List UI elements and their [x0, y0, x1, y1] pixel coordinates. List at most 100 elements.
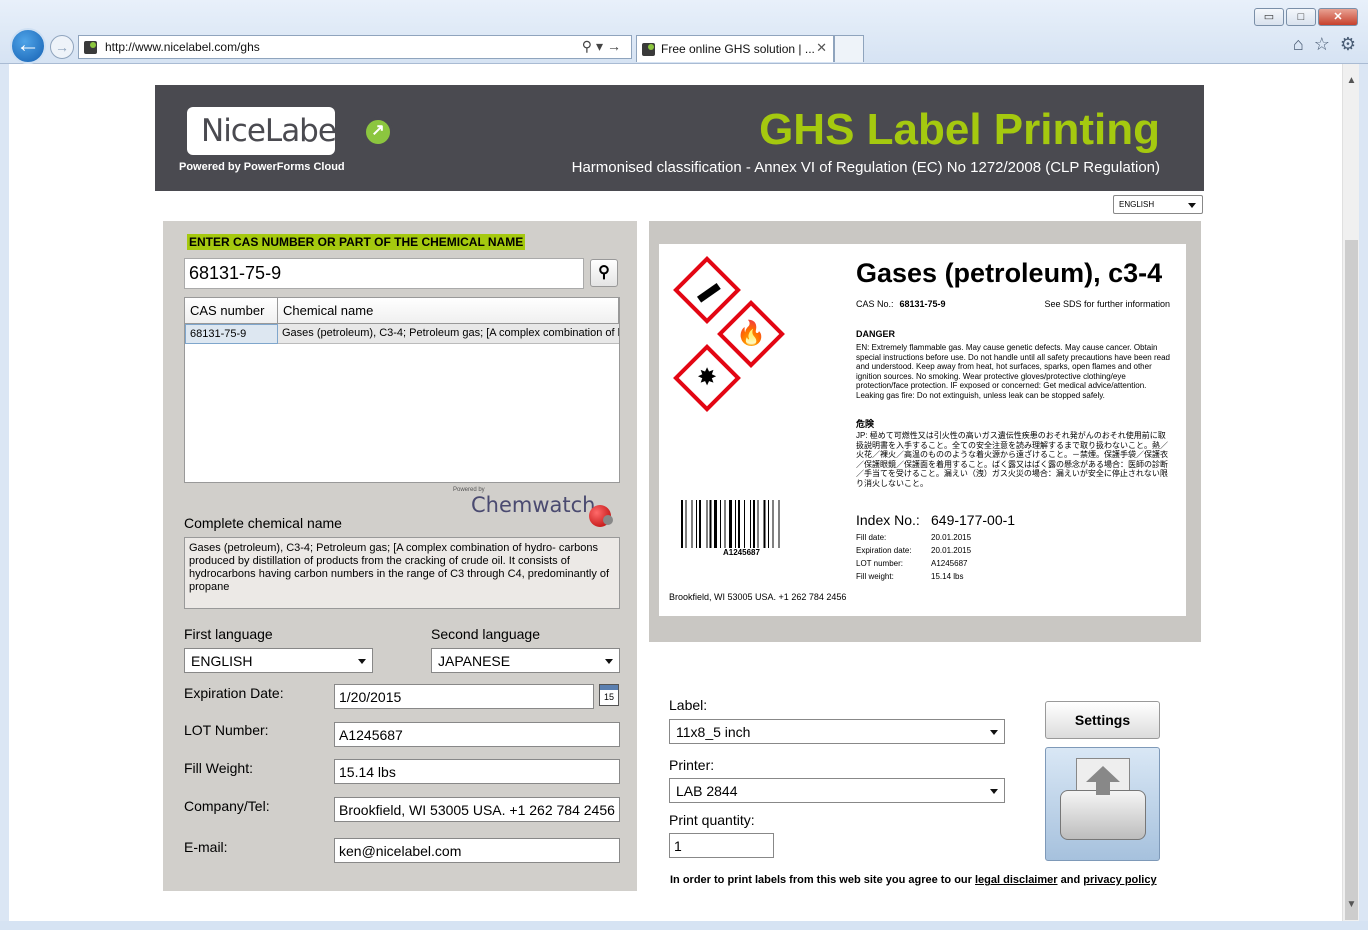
minimize-button[interactable]: ▭	[1254, 8, 1284, 26]
cas-search-label: ENTER CAS NUMBER OR PART OF THE CHEMICAL…	[187, 234, 526, 250]
search-icon: ⚲	[598, 264, 610, 281]
label-preview: ▬ 🔥 ✸ Gases (petroleum), c3-4 CAS No.: 68…	[659, 244, 1186, 616]
label-size-select[interactable]: 11x8_5 inch	[669, 719, 1005, 744]
label-cas: CAS No.: 68131-75-9	[856, 299, 946, 309]
barcode-bar	[714, 500, 717, 548]
expiration-label: Expiration Date:	[184, 685, 284, 701]
url-text[interactable]: http://www.nicelabel.com/ghs	[105, 40, 260, 54]
barcode-bar	[681, 500, 683, 548]
barcode-bar	[753, 500, 755, 548]
site-language-value: ENGLISH	[1119, 200, 1155, 209]
label-size-label: Label:	[669, 697, 708, 713]
complete-name-text: Gases (petroleum), C3-4; Petroleum gas; …	[184, 537, 620, 609]
window-controls: ▭ □ ✕	[1254, 8, 1358, 26]
barcode-bar	[696, 500, 697, 548]
address-bar[interactable]: http://www.nicelabel.com/ghs ⚲▾→	[78, 35, 632, 59]
search-panel: ENTER CAS NUMBER OR PART OF THE CHEMICAL…	[163, 221, 637, 891]
label-fill-weight-value: 15.14 lbs	[931, 572, 964, 581]
email-input[interactable]: ken@nicelabel.com	[334, 838, 620, 863]
label-lot-key: LOT number:	[856, 559, 903, 568]
calendar-icon[interactable]: 15	[599, 684, 619, 706]
settings-button[interactable]: Settings	[1045, 701, 1160, 739]
scroll-thumb[interactable]	[1345, 240, 1358, 920]
maximize-button[interactable]: □	[1286, 8, 1316, 26]
disclaimer-and: and	[1060, 874, 1081, 886]
barcode-bar	[772, 500, 774, 548]
logo-text: NiceLabel	[201, 113, 345, 149]
tab-title: Free online GHS solution | ...	[661, 42, 815, 56]
label-fill-date-key: Fill date:	[856, 533, 887, 542]
status-strip	[0, 921, 1368, 930]
table-row[interactable]: 68131-75-9 Gases (petroleum), C3-4; Petr…	[185, 324, 619, 344]
health-hazard-symbol-icon: ✸	[696, 364, 718, 391]
first-language-value: ENGLISH	[191, 653, 253, 669]
scroll-up-icon[interactable]: ▲	[1343, 72, 1360, 89]
lot-number-input[interactable]: A1245687	[334, 722, 620, 747]
label-text-en: EN: Extremely flammable gas. May cause g…	[856, 343, 1170, 400]
back-button[interactable]: ←	[10, 28, 46, 64]
search-button[interactable]: ⚲	[590, 259, 618, 287]
barcode-bar	[750, 500, 751, 548]
favorites-star-icon[interactable]: ☆	[1314, 34, 1330, 55]
disclaimer-text: In order to print labels from this web s…	[670, 874, 972, 886]
scroll-down-icon[interactable]: ▼	[1343, 896, 1360, 913]
upload-arrow-icon	[1086, 766, 1120, 782]
column-header-chemical-name[interactable]: Chemical name	[278, 298, 619, 324]
barcode-bar	[768, 500, 769, 548]
settings-gear-icon[interactable]: ⚙	[1340, 34, 1356, 55]
company-input[interactable]: Brookfield, WI 53005 USA. +1 262 784 245…	[334, 797, 620, 822]
chevron-down-icon	[990, 788, 998, 794]
barcode-bar	[691, 500, 693, 548]
chemwatch-logo[interactable]: Powered by Chemwatch	[453, 487, 623, 529]
barcode-bar	[706, 500, 708, 548]
chevron-down-icon	[358, 658, 366, 664]
page-title: GHS Label Printing	[759, 105, 1160, 154]
search-refresh-icons[interactable]: ⚲▾→	[582, 38, 625, 55]
legal-disclaimer-link[interactable]: legal disclaimer	[975, 874, 1058, 886]
close-window-button[interactable]: ✕	[1318, 8, 1358, 26]
label-size-value: 11x8_5 inch	[676, 724, 751, 740]
barcode-bar	[724, 500, 726, 548]
site-language-select[interactable]: ENGLISH	[1113, 195, 1203, 214]
print-quantity-input[interactable]: 1	[669, 833, 774, 858]
nicelabel-logo[interactable]: NiceLabel ↗	[187, 107, 393, 155]
powered-by-text: Powered by PowerForms Cloud	[179, 161, 345, 173]
forward-button[interactable]: →	[50, 35, 74, 59]
second-language-value: JAPANESE	[438, 653, 511, 669]
expiration-date-input[interactable]: 1/20/2015	[334, 684, 594, 709]
home-icon[interactable]: ⌂	[1293, 34, 1304, 55]
browser-chrome: ▭ □ ✕ ← → http://www.nicelabel.com/ghs ⚲…	[0, 0, 1368, 64]
second-language-select[interactable]: JAPANESE	[431, 648, 620, 673]
label-preview-frame: ▬ 🔥 ✸ Gases (petroleum), c3-4 CAS No.: 68…	[649, 221, 1201, 642]
print-quantity-label: Print quantity:	[669, 812, 755, 828]
print-button[interactable]	[1045, 747, 1160, 861]
label-index-value: 649-177-00-1	[931, 512, 1016, 528]
barcode-bar	[720, 500, 721, 548]
upload-arrow-stem-icon	[1096, 781, 1110, 795]
label-title: Gases (petroleum), c3-4	[856, 258, 1163, 288]
new-tab-button[interactable]	[834, 35, 864, 62]
tab-close-icon[interactable]: ✕	[816, 40, 827, 56]
company-label: Company/Tel:	[184, 798, 270, 814]
barcode-bar	[738, 500, 740, 548]
browser-tab[interactable]: Free online GHS solution | ... ✕	[636, 35, 834, 62]
chevron-down-icon	[990, 729, 998, 735]
vertical-scrollbar[interactable]: ▲ ▼	[1342, 64, 1359, 921]
label-text-jp: JP: 極めて可燃性又は引火性の高いガス遺伝性疾患のおそれ発がんのおそれ使用前に…	[856, 431, 1168, 488]
privacy-policy-link[interactable]: privacy policy	[1083, 874, 1156, 886]
printer-icon	[1060, 790, 1146, 840]
barcode-bar	[685, 500, 687, 548]
label-fill-weight-key: Fill weight:	[856, 572, 894, 581]
cas-search-input[interactable]: 68131-75-9	[184, 258, 584, 289]
printer-select[interactable]: LAB 2844	[669, 778, 1005, 803]
fill-weight-input[interactable]: 15.14 lbs	[334, 759, 620, 784]
second-language-label: Second language	[431, 626, 540, 642]
chevron-down-icon	[1188, 202, 1196, 208]
cell-cas[interactable]: 68131-75-9	[185, 324, 278, 344]
chemwatch-small-ball-icon	[603, 515, 613, 525]
cell-chemical-name[interactable]: Gases (petroleum), C3-4; Petroleum gas; …	[278, 324, 619, 344]
column-header-cas[interactable]: CAS number	[185, 298, 278, 324]
site-favicon-icon	[84, 41, 97, 54]
first-language-select[interactable]: ENGLISH	[184, 648, 373, 673]
logo-arrow-icon: ↗	[363, 117, 393, 147]
